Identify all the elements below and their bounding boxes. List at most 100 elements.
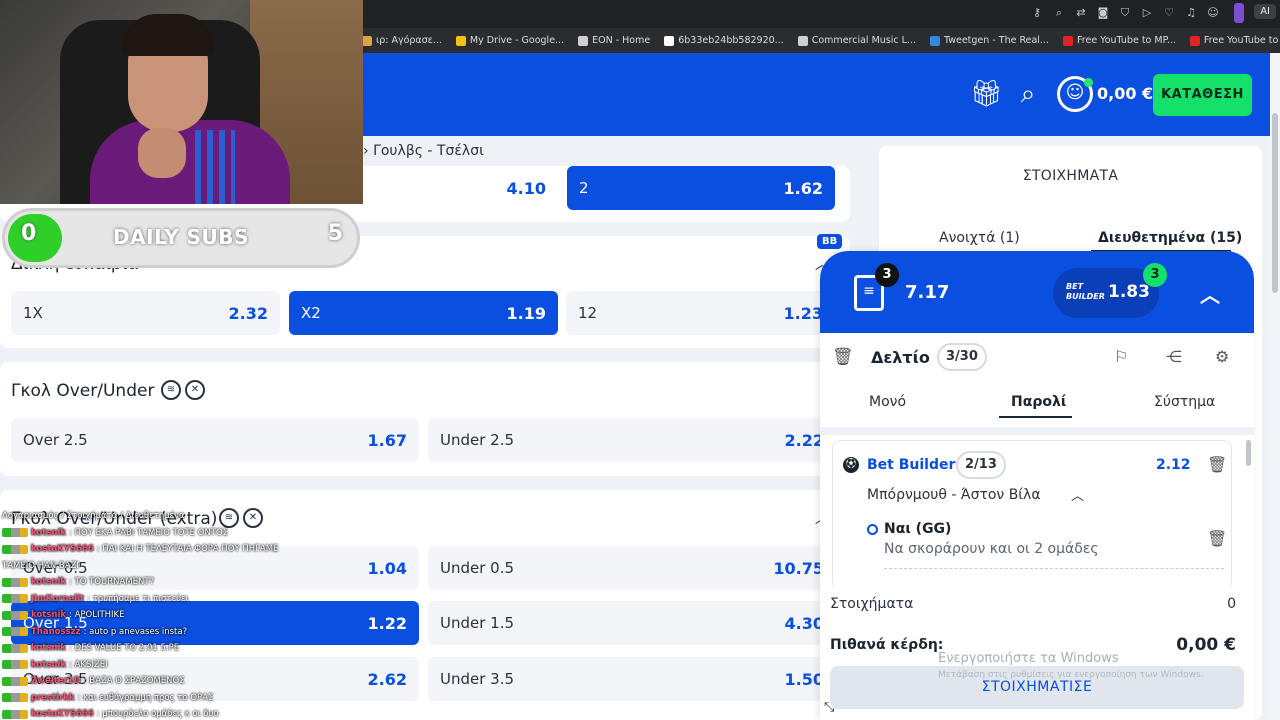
betslip-capacity: 3/30 bbox=[937, 343, 987, 371]
breadcrumb[interactable]: › Γουλβς - Τσέλσι bbox=[363, 143, 484, 159]
cash-out-icon[interactable]: ✕ bbox=[185, 380, 205, 400]
chat-message: kotsnik: APOLITHIKE bbox=[2, 607, 302, 624]
odd-button[interactable]: 1X 2.32 bbox=[11, 291, 280, 335]
chevron-right-icon: › bbox=[363, 143, 369, 159]
settings-icon[interactable]: ⚙ bbox=[1215, 347, 1229, 366]
chat-username: kostaKYS666 bbox=[31, 544, 94, 554]
share-icon[interactable]: ⋲ bbox=[1166, 347, 1182, 366]
bookmark-item[interactable]: ιρ: Αγόρασε... bbox=[362, 35, 442, 46]
selection-dot bbox=[867, 524, 878, 535]
chat-badges-icon bbox=[2, 709, 28, 719]
zoom-icon[interactable]: ⌕ bbox=[1052, 6, 1066, 20]
bookmark-item[interactable]: 6b33eb24bb582920... bbox=[664, 35, 784, 46]
ai-button[interactable]: AI bbox=[1254, 4, 1276, 19]
translate-icon[interactable]: ⇄ bbox=[1074, 6, 1088, 20]
tab-single[interactable]: Μονό bbox=[869, 394, 906, 410]
odd-value: 2.32 bbox=[228, 303, 268, 323]
bookmark-favicon-icon bbox=[578, 35, 589, 46]
bookmark-favicon-icon bbox=[797, 35, 808, 46]
chat-username: JimKornelit bbox=[31, 593, 85, 604]
betslip-label: Δελτίο bbox=[871, 348, 930, 367]
webcam-streamer-hair bbox=[122, 14, 214, 56]
subs-current: 0 bbox=[21, 221, 37, 246]
divider bbox=[884, 568, 1224, 569]
user-icon[interactable]: ☺ bbox=[1206, 6, 1220, 20]
odd-label: Over 2.5 bbox=[23, 431, 88, 449]
bookmark-label: 6b33eb24bb582920... bbox=[678, 35, 784, 46]
gift-icon[interactable]: 🎁︎ bbox=[970, 79, 1003, 109]
chat-text: : ΠΑΙ ΚΑΙ Η ΤΕΛΕΥΤΑΙΑ ΦΟΡΑ ΠΟΥ ΠΗΓΑΜΕ bbox=[96, 544, 279, 554]
chat-username: kotsnik bbox=[31, 610, 67, 620]
bookmark-favicon-icon bbox=[1189, 35, 1200, 46]
odd-button-selected[interactable]: 2 1.62 bbox=[567, 166, 835, 210]
odd-value: 1.23 bbox=[783, 303, 823, 323]
chat-username: prestirkk bbox=[31, 692, 75, 703]
betslip-header[interactable]: ≡ 3 7.17 BET BUILDER 1.83 3 ︿ bbox=[820, 251, 1254, 333]
chat-message: Λογαριασμός / Στοιχήματα / Διευθετημένα bbox=[2, 508, 302, 525]
shield-icon[interactable]: ⛉ bbox=[1118, 6, 1132, 20]
odd-button[interactable]: Under 2.5 2.22 bbox=[428, 418, 836, 462]
betslip-scrollbar[interactable] bbox=[1246, 440, 1251, 466]
chat-text: : τρυπήσαμε τι πιστεύει bbox=[87, 593, 189, 604]
tab-parlay[interactable]: Παρολί bbox=[1011, 394, 1066, 410]
bet-builder-odds: 1.83 bbox=[1108, 282, 1150, 302]
deposit-button[interactable]: ΚΑΤΑΘΕΣΗ bbox=[1153, 74, 1252, 116]
camera-icon[interactable]: ◙ bbox=[1096, 6, 1110, 20]
trash-icon[interactable]: 🗑︎ bbox=[1207, 529, 1227, 548]
bookmark-label: Free YouTube to MP... bbox=[1077, 35, 1176, 46]
tab-system[interactable]: Σύστημα bbox=[1154, 394, 1215, 410]
chat-username: kotsnik bbox=[31, 659, 67, 670]
bookmark-item[interactable]: Tweetgen - The Real... bbox=[929, 35, 1049, 46]
windows-activation-subtitle: Μετάβαση στις ρυθμίσεις για ενεργοποίηση… bbox=[938, 670, 1204, 680]
chat-badges-icon bbox=[2, 643, 28, 653]
bookmark-label: Commercial Music L... bbox=[811, 35, 916, 46]
odd-button[interactable]: Over 2.5 1.67 bbox=[11, 418, 419, 462]
chat-username: kotsnik bbox=[31, 643, 67, 653]
profile-avatar[interactable] bbox=[1234, 3, 1244, 23]
potential-winnings-value: 0,00 € bbox=[1176, 635, 1236, 655]
key-icon[interactable]: ⚷ bbox=[1030, 6, 1044, 20]
play-icon[interactable]: ▷ bbox=[1140, 6, 1154, 20]
bookmark-icon[interactable]: ⚐ bbox=[1114, 347, 1128, 366]
odd-button-selected[interactable]: X2 1.19 bbox=[289, 291, 558, 335]
odd-button[interactable]: 12 1.23 bbox=[566, 291, 835, 335]
divider bbox=[820, 427, 1254, 435]
search-icon[interactable]: ⌕ bbox=[1013, 79, 1043, 109]
chat-text: : και ευθύγραμμη προς το ΟΡΑΣ bbox=[77, 692, 214, 703]
odd-button[interactable]: Under 0.5 10.75 bbox=[428, 546, 836, 590]
bookmark-label: My Drive - Google... bbox=[469, 35, 565, 46]
bet-builder-icon[interactable]: ≋ bbox=[161, 380, 181, 400]
bookmark-item[interactable]: Commercial Music L... bbox=[797, 35, 916, 46]
resize-handle-icon[interactable]: ⤡ bbox=[824, 700, 834, 715]
bet-builder-count-badge: 3 bbox=[1143, 263, 1167, 287]
chat-message: Zweiter1D: ΒΑΖΑ Ο ΣΡΑΖΟΜΕΝΟΣ bbox=[2, 673, 302, 690]
page-scrollbar[interactable] bbox=[1270, 53, 1280, 720]
bookmark-item[interactable]: Free YouTube to MP... bbox=[1189, 35, 1280, 46]
chat-badges-icon bbox=[2, 627, 28, 637]
odd-label: 12 bbox=[578, 304, 598, 322]
chevron-up-icon[interactable]: ︿ bbox=[1200, 279, 1220, 308]
scrollbar-thumb[interactable] bbox=[1272, 113, 1278, 293]
chat-badges-icon bbox=[2, 676, 28, 686]
odd-button[interactable]: Under 1.5 4.30 bbox=[428, 601, 836, 645]
odd-value: 1.22 bbox=[367, 613, 407, 633]
football-icon: ⚽︎ bbox=[843, 457, 859, 473]
tab-open-bets[interactable]: Ανοιχτά (1) bbox=[939, 230, 1020, 246]
betslip: ≡ 3 7.17 BET BUILDER 1.83 3 ︿ 🗑︎ Δελτίο … bbox=[820, 251, 1254, 720]
odd-label: 2 bbox=[579, 179, 589, 197]
trash-icon[interactable]: 🗑︎ bbox=[832, 347, 854, 367]
chevron-up-icon[interactable]: ︿ bbox=[1071, 485, 1084, 504]
tab-settled-bets[interactable]: Διευθετημένα (15) bbox=[1098, 230, 1242, 246]
chat-text: : AKSIZEI bbox=[69, 659, 108, 670]
odd-button[interactable]: Under 3.5 1.50 bbox=[428, 657, 836, 701]
trash-icon[interactable]: 🗑︎ bbox=[1207, 455, 1227, 474]
subs-goal: 5 bbox=[327, 221, 343, 246]
odd-value: 2.22 bbox=[784, 430, 824, 450]
bell-icon[interactable]: ♫ bbox=[1184, 6, 1198, 20]
heart-icon[interactable]: ♡ bbox=[1162, 6, 1176, 20]
bookmark-item[interactable]: My Drive - Google... bbox=[455, 35, 565, 46]
bookmark-item[interactable]: EON - Home bbox=[578, 35, 650, 46]
selection-name: Ναι (GG) bbox=[884, 521, 952, 537]
toolbar-icons: ⚷ ⌕ ⇄ ◙ ⛉ ▷ ♡ ♫ ☺ bbox=[1030, 6, 1220, 20]
bookmark-item[interactable]: Free YouTube to MP... bbox=[1063, 35, 1176, 46]
